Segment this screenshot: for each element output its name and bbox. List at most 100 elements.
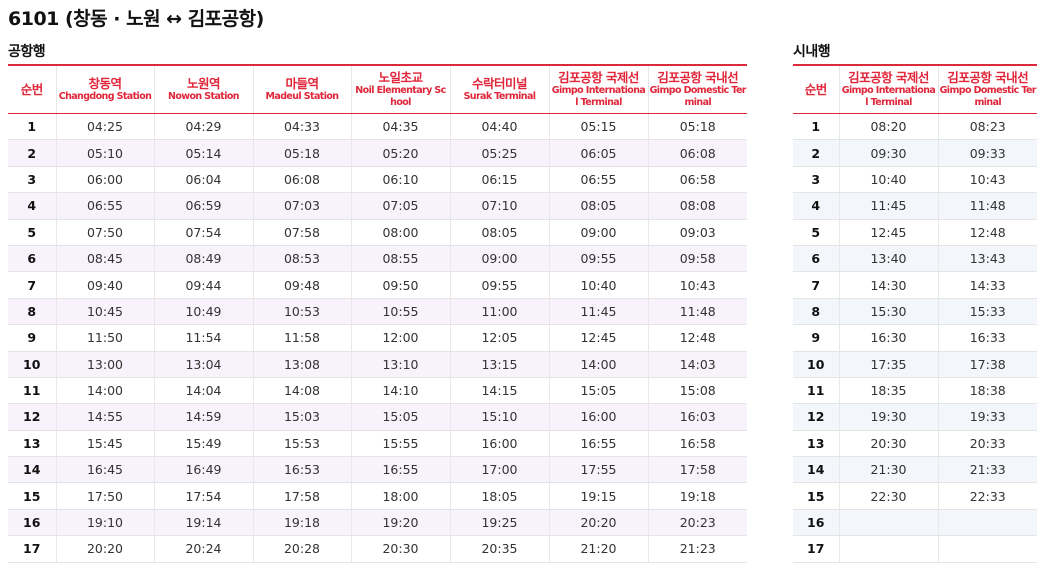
airport-bound-timetable: 순번 창동역 Changdong Station 노원역 Nowon Station 마들… bbox=[8, 64, 747, 563]
column-header-korean: 마들역 bbox=[285, 76, 319, 91]
time-cell: 14:08 bbox=[252, 377, 351, 405]
table-row: 3 06:00 06:04 06:08 06:10 06:15 06:55 06:58 bbox=[8, 166, 747, 194]
time-cell: 09:00 bbox=[449, 245, 549, 273]
row-number-cell: 14 bbox=[8, 456, 56, 484]
time-cell: 07:03 bbox=[252, 192, 351, 220]
row-number-cell: 6 bbox=[793, 245, 839, 273]
time-cell: 09:30 bbox=[838, 139, 938, 167]
time-cell: 10:43 bbox=[937, 166, 1037, 194]
table-row: 8 10:45 10:49 10:53 10:55 11:00 11:45 11:48 bbox=[8, 298, 747, 326]
table-row: 14 16:45 16:49 16:53 16:55 17:00 17:55 17:58 bbox=[8, 456, 747, 484]
time-cell: 16:33 bbox=[937, 324, 1037, 352]
time-cell: 19:10 bbox=[55, 509, 154, 537]
table-row: 9 11:50 11:54 11:58 12:00 12:05 12:45 12:48 bbox=[8, 324, 747, 352]
time-cell: 14:55 bbox=[55, 403, 154, 431]
time-cell: 11:50 bbox=[55, 324, 154, 352]
time-cell: 08:53 bbox=[252, 245, 351, 273]
table-row: 6 08:45 08:49 08:53 08:55 09:00 09:55 09:58 bbox=[8, 245, 747, 273]
column-header-number: 순번 bbox=[8, 65, 56, 114]
time-cell: 09:58 bbox=[647, 245, 747, 273]
time-cell: 22:33 bbox=[937, 482, 1037, 510]
time-cell: 17:58 bbox=[252, 482, 351, 510]
time-cell: 09:03 bbox=[647, 219, 747, 246]
time-cell: 06:00 bbox=[55, 166, 154, 194]
time-cell: 06:05 bbox=[548, 139, 648, 167]
time-cell: 17:35 bbox=[838, 351, 938, 378]
time-cell: 11:58 bbox=[252, 324, 351, 352]
time-cell: 20:30 bbox=[350, 535, 450, 563]
time-cell: 19:30 bbox=[838, 403, 938, 431]
time-cell: 06:58 bbox=[647, 166, 747, 194]
time-cell: 08:23 bbox=[937, 113, 1037, 141]
page-title: 6101 (창동 · 노원 ↔ 김포공항) bbox=[8, 8, 264, 30]
time-cell: 20:24 bbox=[153, 535, 253, 563]
time-cell: 10:40 bbox=[548, 271, 648, 299]
column-header-stop: 노일초교 Noil Elementary School bbox=[350, 65, 450, 114]
time-cell: 14:00 bbox=[55, 377, 154, 405]
time-cell bbox=[937, 535, 1037, 563]
column-header-korean: 김포공항 국제선 bbox=[848, 70, 929, 85]
row-number-cell: 17 bbox=[793, 535, 839, 563]
time-cell: 21:33 bbox=[937, 456, 1037, 484]
time-cell: 09:44 bbox=[153, 271, 253, 299]
time-cell: 12:05 bbox=[449, 324, 549, 352]
time-cell: 04:33 bbox=[252, 113, 351, 141]
column-header-english: Noil Elementary School bbox=[355, 85, 446, 108]
time-cell: 09:33 bbox=[937, 139, 1037, 167]
table-row: 13 15:45 15:49 15:53 15:55 16:00 16:55 16:58 bbox=[8, 430, 747, 458]
time-cell: 13:00 bbox=[55, 351, 154, 378]
column-header-english: Gimpo Domestic Terminal bbox=[649, 85, 747, 108]
time-cell: 08:55 bbox=[350, 245, 450, 273]
table-row: 4 11:45 11:48 bbox=[793, 192, 1037, 220]
row-number-cell: 7 bbox=[8, 271, 56, 299]
time-cell: 19:15 bbox=[548, 482, 648, 510]
time-cell: 15:08 bbox=[647, 377, 747, 405]
table-row: 12 14:55 14:59 15:03 15:05 15:10 16:00 16:03 bbox=[8, 403, 747, 431]
time-cell: 08:08 bbox=[647, 192, 747, 220]
time-cell bbox=[937, 509, 1037, 537]
time-cell: 20:30 bbox=[838, 430, 938, 458]
time-cell: 19:25 bbox=[449, 509, 549, 537]
time-cell: 05:25 bbox=[449, 139, 549, 167]
time-cell: 08:05 bbox=[548, 192, 648, 220]
time-cell: 14:04 bbox=[153, 377, 253, 405]
row-number-cell: 12 bbox=[793, 403, 839, 431]
time-cell: 06:55 bbox=[548, 166, 648, 194]
column-header-stop: 노원역 Nowon Station bbox=[153, 65, 253, 114]
time-cell: 18:35 bbox=[838, 377, 938, 405]
column-header-korean: 김포공항 국내선 bbox=[947, 70, 1029, 85]
time-cell: 12:48 bbox=[647, 324, 747, 352]
row-number-cell: 15 bbox=[793, 482, 839, 510]
row-number-cell: 16 bbox=[8, 509, 56, 537]
time-cell: 05:15 bbox=[548, 113, 648, 141]
time-cell: 09:50 bbox=[350, 271, 450, 299]
time-cell: 13:04 bbox=[153, 351, 253, 378]
time-cell: 17:58 bbox=[647, 456, 747, 484]
time-cell: 12:45 bbox=[838, 219, 938, 246]
time-cell: 11:45 bbox=[838, 192, 938, 220]
row-number-cell: 14 bbox=[793, 456, 839, 484]
row-number-cell: 7 bbox=[793, 271, 839, 299]
table-header-row: 순번 창동역 Changdong Station 노원역 Nowon Station 마들… bbox=[8, 65, 747, 114]
time-cell: 16:58 bbox=[647, 430, 747, 458]
time-cell: 10:49 bbox=[153, 298, 253, 326]
row-number-cell: 10 bbox=[8, 351, 56, 378]
time-cell: 09:40 bbox=[55, 271, 154, 299]
time-cell: 14:10 bbox=[350, 377, 450, 405]
time-cell: 09:55 bbox=[449, 271, 549, 299]
time-cell: 10:43 bbox=[647, 271, 747, 299]
time-cell: 21:20 bbox=[548, 535, 648, 563]
row-number-cell: 9 bbox=[793, 324, 839, 352]
row-number-cell: 12 bbox=[8, 403, 56, 431]
time-cell: 13:15 bbox=[449, 351, 549, 378]
time-cell: 08:49 bbox=[153, 245, 253, 273]
table-row: 6 13:40 13:43 bbox=[793, 245, 1037, 273]
time-cell: 08:00 bbox=[350, 219, 450, 246]
table-row: 7 14:30 14:33 bbox=[793, 271, 1037, 299]
time-cell: 14:03 bbox=[647, 351, 747, 378]
row-number-cell: 5 bbox=[793, 219, 839, 246]
time-cell: 05:18 bbox=[647, 113, 747, 141]
table-row: 7 09:40 09:44 09:48 09:50 09:55 10:40 10:43 bbox=[8, 271, 747, 299]
time-cell: 16:55 bbox=[350, 456, 450, 484]
time-cell: 04:40 bbox=[449, 113, 549, 141]
